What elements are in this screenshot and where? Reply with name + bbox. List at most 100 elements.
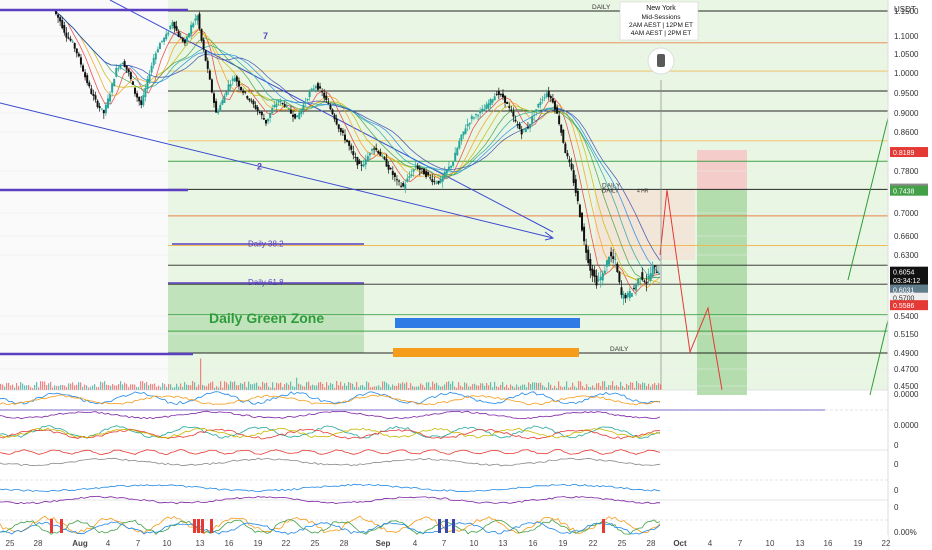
candle-body [229,84,232,87]
volume-bar [92,385,94,390]
volume-bar [374,386,376,390]
candle-body [310,88,313,92]
volume-bar [604,381,606,390]
indicator-axis-label: 0.00% [894,528,917,537]
candle-body [626,292,629,297]
candle-body [106,98,109,108]
candle-body [294,113,297,119]
volume-bar [42,381,44,390]
candle-body [547,91,550,97]
volume-bar [96,387,98,390]
volume-bar [436,382,438,390]
candle-body [477,115,480,117]
candle-body [312,88,315,90]
callout-line-1: Mid-Sessions [641,14,681,21]
volume-bar [612,381,614,390]
candle-body [181,38,184,42]
candle-body [468,122,471,125]
volume-bar [116,385,118,390]
price-tick-label: 1.1000 [894,32,919,41]
date-tick-label: 7 [442,539,447,548]
candle-body [173,21,176,29]
candle-body [385,158,388,167]
volume-bar [66,387,68,390]
candle-body [560,124,563,133]
candle-body [150,65,153,73]
volume-bar [366,381,368,390]
volume-bar [270,387,272,390]
chart-canvas[interactable]: DAILY DAILY DAILY Daily 38.2 Daily 61.8 Dail… [0,0,932,550]
volume-bar [476,385,478,390]
date-tick-label: 7 [738,539,743,548]
candle-body [510,109,513,112]
volume-bar [320,381,322,390]
candle-body [398,180,401,182]
volume-bar [88,387,90,390]
candle-body [57,14,60,18]
candle-body [452,161,455,166]
date-tick-label: 16 [529,539,538,548]
volume-bar [332,383,334,390]
candle-body [167,32,170,35]
candle-body [92,93,95,96]
candle-body [225,91,228,96]
volume-bar [456,387,458,390]
volume-bar [56,386,58,390]
candle-body [501,93,504,98]
volume-bar [336,381,338,390]
price-tick-label: 0.8600 [894,128,919,137]
candle-body [142,95,145,106]
signal-bar [60,519,63,533]
volume-bar [580,381,582,390]
volume-bar [170,384,172,390]
volume-bar [20,382,22,390]
volume-bar [518,386,520,390]
cup-icon [657,54,665,67]
date-tick-label: 19 [559,539,568,548]
candle-body [246,96,249,99]
volume-bar [408,387,410,390]
volume-bar [246,387,248,390]
volume-bar [528,382,530,390]
volume-bar [458,382,460,390]
date-tick-label: Oct [673,539,687,548]
candle-body [221,100,224,105]
candle-body [59,17,62,22]
volume-bar [144,383,146,390]
volume-bar [296,377,298,390]
candle-body [98,106,101,109]
candle-body [566,153,569,157]
signal-bar [445,519,448,533]
volume-bar [44,381,46,390]
candle-body [131,81,134,85]
date-tick-label: 28 [340,539,349,548]
date-tick-label: 16 [824,539,833,548]
volume-bar [238,385,240,390]
candle-body [564,143,567,154]
volume-bar [640,384,642,390]
volume-bar [478,385,480,390]
candle-body [408,176,411,178]
candle-body [252,100,255,105]
volume-bar [52,387,54,390]
volume-bar [372,386,374,390]
price-tick-label: 0.6600 [894,232,919,241]
volume-bar [120,381,122,390]
candle-body [54,11,57,15]
candle-body [445,170,448,174]
volume-bar [10,385,12,390]
volume-bar [350,382,352,390]
volume-bar [412,386,414,390]
indicator-line [0,519,661,536]
candle-body [643,280,646,282]
candle-body [358,160,361,164]
candle-body [472,117,475,119]
candle-body [240,86,243,91]
volume-bar [300,384,302,390]
candle-body [512,111,515,117]
candle-body [196,15,199,21]
candle-body [395,179,398,181]
candle-body [237,80,240,87]
volume-bar [310,385,312,390]
volume-bar [654,382,656,390]
